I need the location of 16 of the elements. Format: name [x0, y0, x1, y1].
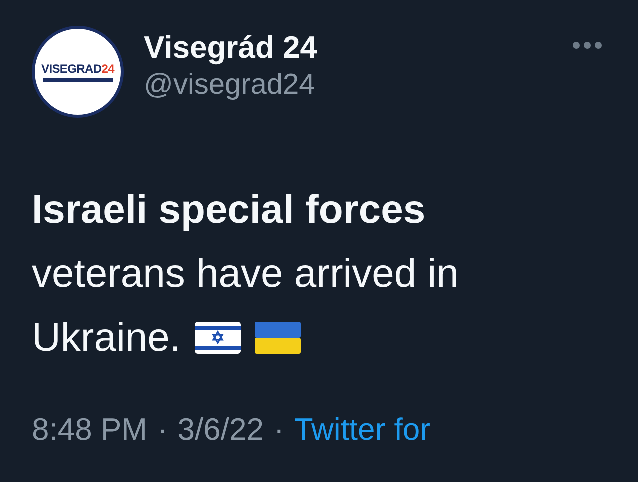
- separator-dot: ·: [274, 411, 284, 449]
- tweet-text: Ukraine.: [32, 315, 181, 362]
- logo-strip: [43, 78, 113, 82]
- author-name[interactable]: Visegrád 24: [144, 30, 549, 66]
- logo-wordmark: VISEGRAD: [41, 62, 102, 76]
- tweet-timestamp: 3/6/22: [178, 411, 264, 449]
- source-link[interactable]: Twitter for: [294, 410, 430, 450]
- tweet-text: veterans have arrived in: [32, 251, 459, 298]
- logo-number: 24: [102, 62, 115, 76]
- tweet-timestamp: 8:48 PM: [32, 411, 148, 449]
- author-handle[interactable]: @visegrad24: [144, 66, 549, 104]
- israeli-flag-icon: [194, 322, 241, 354]
- avatar-logo[interactable]: VISEGRAD24: [32, 26, 124, 118]
- separator-dot: ·: [157, 411, 168, 449]
- tweet-headline: Israeli special forces: [32, 187, 426, 234]
- ukrainian-flag-icon: [254, 322, 301, 354]
